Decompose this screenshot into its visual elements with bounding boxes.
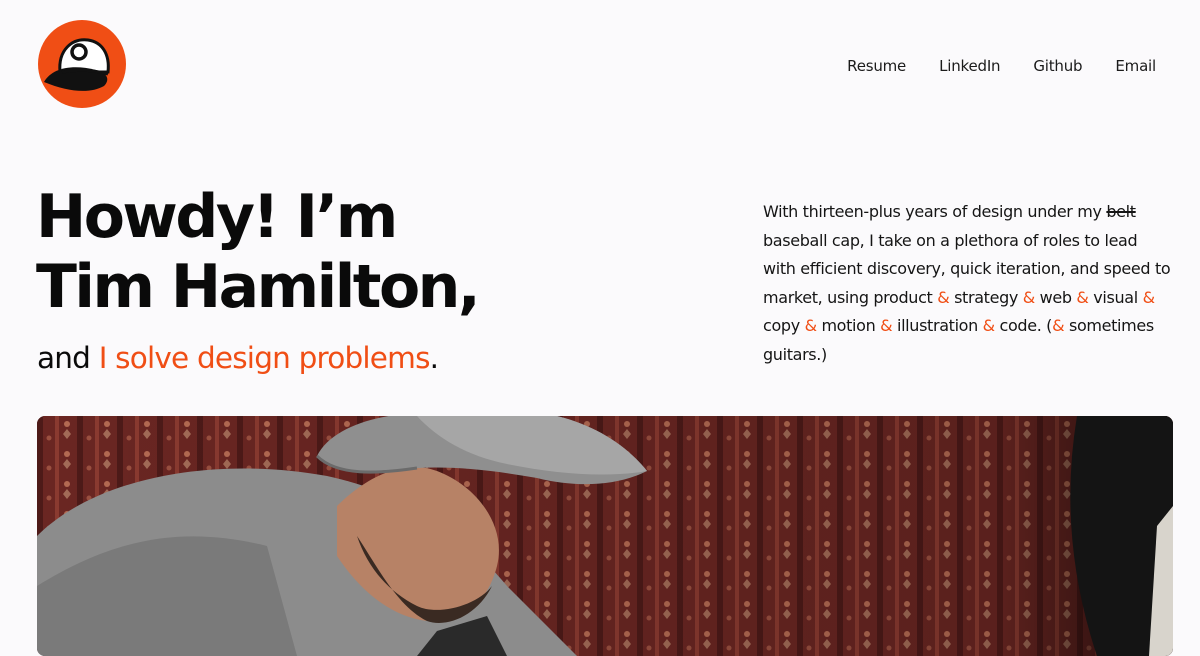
- intro-text-9: code. (: [994, 316, 1053, 335]
- man-in-grey-baseball-cap-photo: [37, 416, 1173, 656]
- hero-tagline: and I solve design problems.: [37, 339, 439, 377]
- ampersand: &: [804, 316, 817, 335]
- intro-text-6: copy: [763, 316, 805, 335]
- tagline-suffix: .: [429, 341, 439, 375]
- ampersand: &: [937, 287, 950, 307]
- intro-text-8: illustration: [892, 316, 983, 335]
- baseball-cap-avatar-icon: [38, 20, 126, 108]
- nav-linkedin-link[interactable]: LinkedIn: [939, 56, 1000, 76]
- intro-strikethrough: belt: [1106, 202, 1136, 221]
- ampersand: &: [1022, 287, 1035, 307]
- tagline-highlight: I solve design problems: [98, 341, 431, 375]
- ampersand: &: [880, 316, 893, 335]
- logo[interactable]: [38, 20, 126, 108]
- ampersand: &: [982, 316, 995, 335]
- ampersand: &: [1076, 287, 1089, 307]
- ampersand: &: [1052, 316, 1065, 335]
- intro-text-3: strategy: [949, 287, 1023, 307]
- headline-line-1: Howdy! I’m: [36, 182, 398, 252]
- nav-email-link[interactable]: Email: [1115, 56, 1156, 76]
- intro-text-5: visual: [1088, 287, 1143, 307]
- nav-github-link[interactable]: Github: [1033, 56, 1082, 76]
- top-nav: Resume LinkedIn Github Email: [814, 56, 1156, 76]
- intro-text-7: motion: [816, 316, 881, 335]
- hero-headline: Howdy! I’m Tim Hamilton,: [36, 182, 481, 322]
- hero-photo: [37, 416, 1173, 656]
- intro-text-1: With thirteen-plus years of design under…: [763, 202, 1107, 221]
- tagline-prefix: and: [37, 341, 99, 375]
- intro-text-4: web: [1034, 287, 1077, 307]
- headline-line-2: Tim Hamilton,: [36, 252, 481, 322]
- intro-paragraph: With thirteen-plus years of design under…: [763, 198, 1173, 369]
- ampersand: &: [1142, 287, 1155, 307]
- nav-resume-link[interactable]: Resume: [847, 56, 906, 76]
